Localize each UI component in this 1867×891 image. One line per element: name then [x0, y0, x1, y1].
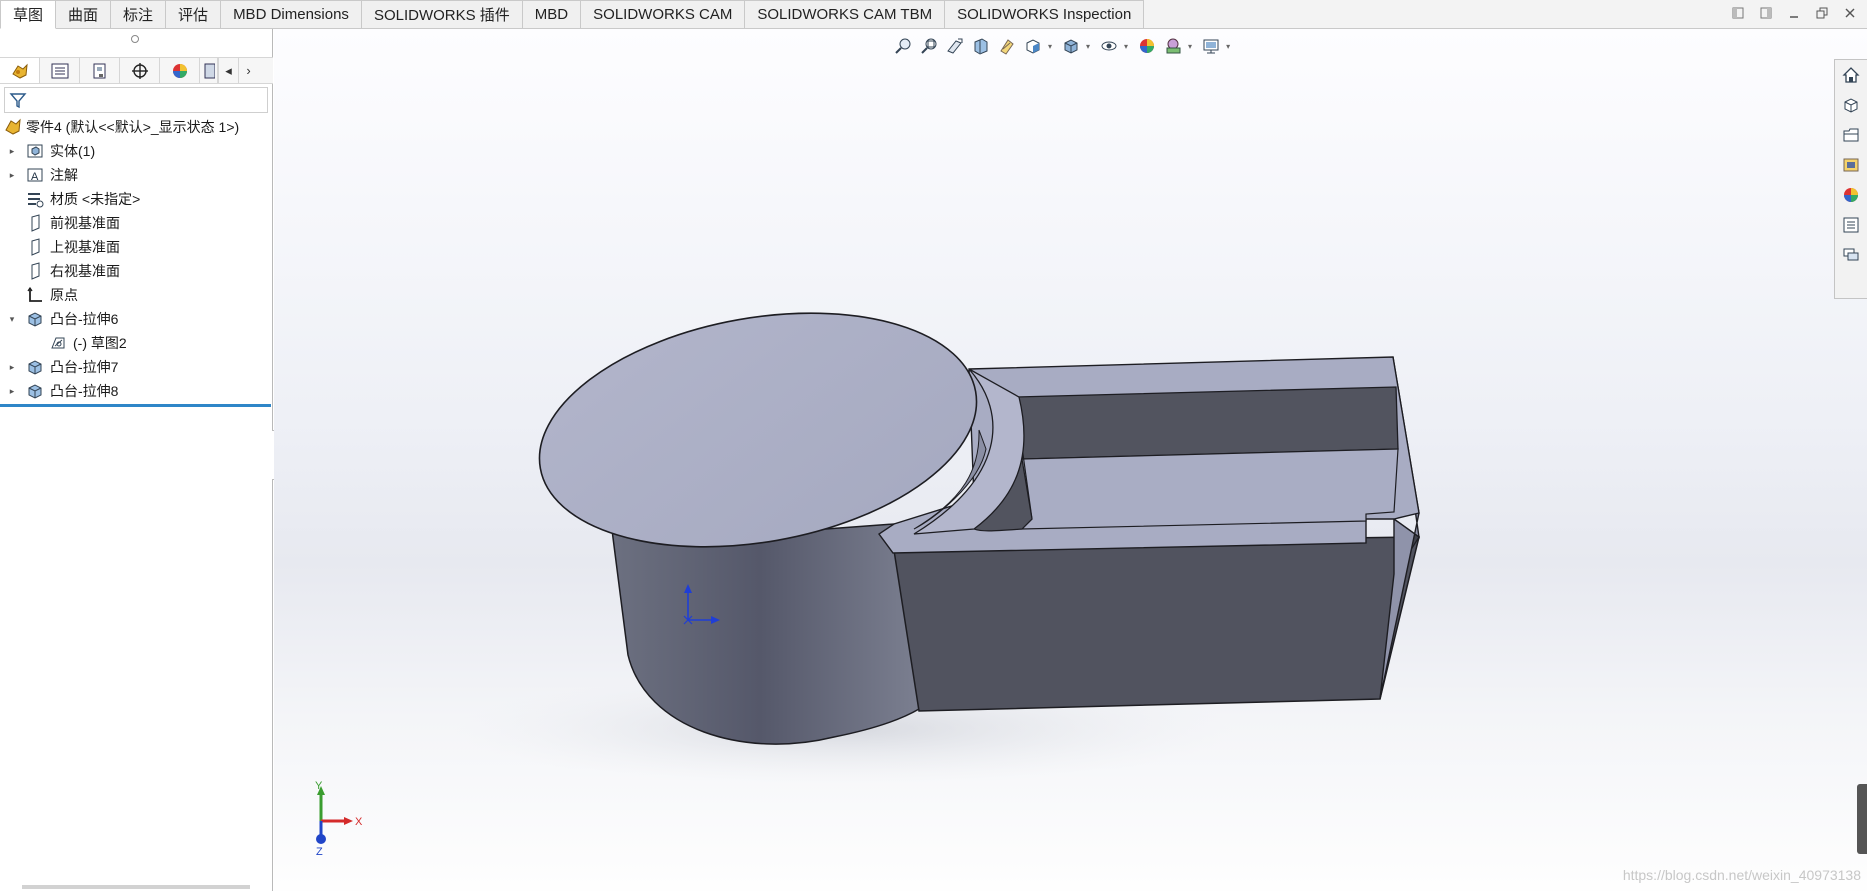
panel-split-handle[interactable]: [131, 35, 139, 43]
tree-item-origin[interactable]: 原点: [0, 283, 273, 307]
tree-item-right-plane[interactable]: 右视基准面: [0, 259, 273, 283]
window-controls: [1729, 4, 1859, 22]
triad-x-label: X: [355, 816, 363, 828]
view-palette-icon[interactable]: [1835, 150, 1866, 180]
tree-item-annotations[interactable]: ▸ A 注解: [0, 163, 273, 187]
tab-solidworks-cam[interactable]: SOLIDWORKS CAM: [581, 0, 746, 29]
model-view[interactable]: Y X Z: [274, 29, 1867, 891]
expand-arrow-icon[interactable]: ▸: [7, 146, 17, 156]
tab-scroll-left-button[interactable]: ◂: [218, 58, 238, 83]
expand-arrow-icon[interactable]: ▸: [7, 362, 17, 372]
tree-item-label: 注解: [50, 167, 78, 183]
tree-item-solid-bodies[interactable]: ▸ 实体(1): [0, 139, 273, 163]
plane-icon: [26, 238, 44, 256]
tab-solidworks-cam-tbm[interactable]: SOLIDWORKS CAM TBM: [745, 0, 946, 29]
svg-text:A: A: [31, 171, 39, 183]
tree-item-top-plane[interactable]: 上视基准面: [0, 235, 273, 259]
design-library-icon[interactable]: [1835, 90, 1866, 120]
tree-item-label: 实体(1): [50, 143, 96, 159]
tab-solidworks-addins[interactable]: SOLIDWORKS 插件: [361, 0, 523, 29]
tree-item-label: 上视基准面: [50, 239, 120, 255]
sketch-icon: [49, 334, 67, 352]
reference-triad: Y X Z: [315, 780, 363, 858]
expand-arrow-icon[interactable]: ▸: [7, 170, 17, 180]
tree-item-label: 材质 <未指定>: [50, 191, 141, 207]
task-pane-tabs: [1834, 59, 1867, 299]
close-icon[interactable]: [1841, 4, 1859, 22]
expand-arrow-icon[interactable]: ▸: [7, 386, 17, 396]
minimize-icon[interactable]: [1785, 4, 1803, 22]
forum-icon[interactable]: [1835, 240, 1866, 270]
command-manager-tabs: 草图 曲面 标注 评估 MBD Dimensions SOLIDWORKS 插件…: [0, 0, 1145, 29]
origin-icon: [26, 286, 44, 304]
tree-item-label: 凸台-拉伸6: [50, 311, 119, 327]
file-explorer-icon[interactable]: [1835, 120, 1866, 150]
tree-root-label: 零件4 (默认<<默认>_显示状态 1>): [26, 119, 240, 135]
tree-item-material[interactable]: 材质 <未指定>: [0, 187, 273, 211]
tree-item-label: (-) 草图2: [73, 335, 127, 351]
triad-y-label: Y: [315, 780, 323, 792]
tile-right-icon[interactable]: [1757, 4, 1775, 22]
part-body[interactable]: [521, 281, 1420, 745]
extrude-icon: [26, 358, 44, 376]
solidworks-resources-icon[interactable]: [1835, 60, 1866, 90]
tree-item-boss-extrude8[interactable]: ▸ 凸台-拉伸8: [0, 379, 273, 403]
tab-surfaces[interactable]: 曲面: [56, 0, 112, 29]
feature-tree: 零件4 (默认<<默认>_显示状态 1>) ▸ 实体(1) ▸ A 注解 材质 …: [0, 115, 273, 403]
extrude-icon: [26, 382, 44, 400]
display-manager-icon[interactable]: [160, 58, 200, 83]
restore-icon[interactable]: [1813, 4, 1831, 22]
tree-item-label: 右视基准面: [50, 263, 120, 279]
featuremanager-panel: ◂ › 零件4 (默认<<默认>_显示状态 1>) ▸ 实体(1) ▸ A 注解…: [0, 29, 273, 891]
featuremanager-icon[interactable]: [0, 58, 40, 83]
extrude-icon: [26, 310, 44, 328]
triad-z-label: Z: [316, 846, 323, 858]
tree-item-sketch2[interactable]: (-) 草图2: [0, 331, 273, 355]
horizontal-scrollbar[interactable]: [22, 885, 250, 889]
tab-solidworks-inspection[interactable]: SOLIDWORKS Inspection: [945, 0, 1145, 29]
tree-item-boss-extrude6[interactable]: ▾ 凸台-拉伸6: [0, 307, 273, 331]
tree-filter-field[interactable]: [4, 87, 268, 113]
filter-icon: [9, 93, 27, 109]
tab-mbd[interactable]: MBD: [522, 0, 582, 29]
configurationmanager-icon[interactable]: [80, 58, 120, 83]
custom-properties-icon[interactable]: [1835, 210, 1866, 240]
tile-left-icon[interactable]: [1729, 4, 1747, 22]
plane-icon: [26, 262, 44, 280]
appearances-icon[interactable]: [1835, 180, 1866, 210]
tree-item-front-plane[interactable]: 前视基准面: [0, 211, 273, 235]
tree-root-part[interactable]: 零件4 (默认<<默认>_显示状态 1>): [0, 115, 273, 139]
tree-item-boss-extrude7[interactable]: ▸ 凸台-拉伸7: [0, 355, 273, 379]
plane-icon: [26, 214, 44, 232]
tree-item-label: 凸台-拉伸7: [50, 359, 119, 375]
propertymanager-icon[interactable]: [40, 58, 80, 83]
tree-item-label: 原点: [50, 287, 78, 303]
collapse-arrow-icon[interactable]: ▾: [7, 314, 17, 324]
dimxpert-icon[interactable]: [120, 58, 160, 83]
annotations-icon: A: [26, 166, 44, 184]
material-icon: [26, 190, 44, 208]
tab-mbd-dimensions[interactable]: MBD Dimensions: [221, 0, 362, 29]
cam-feature-tree-icon[interactable]: [200, 58, 218, 83]
part-icon: [4, 118, 22, 136]
vertical-scroll-indicator[interactable]: [1857, 784, 1867, 854]
tab-scroll-right-button[interactable]: ›: [238, 58, 258, 83]
tree-item-label: 凸台-拉伸8: [50, 383, 119, 399]
watermark-text: https://blog.csdn.net/weixin_40973138: [1622, 867, 1861, 883]
rollback-bar[interactable]: [0, 404, 271, 407]
solid-bodies-icon: [26, 142, 44, 160]
tree-item-label: 前视基准面: [50, 215, 120, 231]
tab-evaluate[interactable]: 评估: [166, 0, 222, 29]
graphics-area[interactable]: ▾ ▾ ▾ ▾ ▾ Y X Z https://blog.csdn.net/we…: [274, 29, 1867, 891]
command-manager-tab-bar: 草图 曲面 标注 评估 MBD Dimensions SOLIDWORKS 插件…: [0, 0, 1867, 29]
tab-markup[interactable]: 标注: [111, 0, 167, 29]
manager-tabs: ◂ ›: [0, 57, 273, 84]
tab-sketch[interactable]: 草图: [0, 0, 57, 29]
